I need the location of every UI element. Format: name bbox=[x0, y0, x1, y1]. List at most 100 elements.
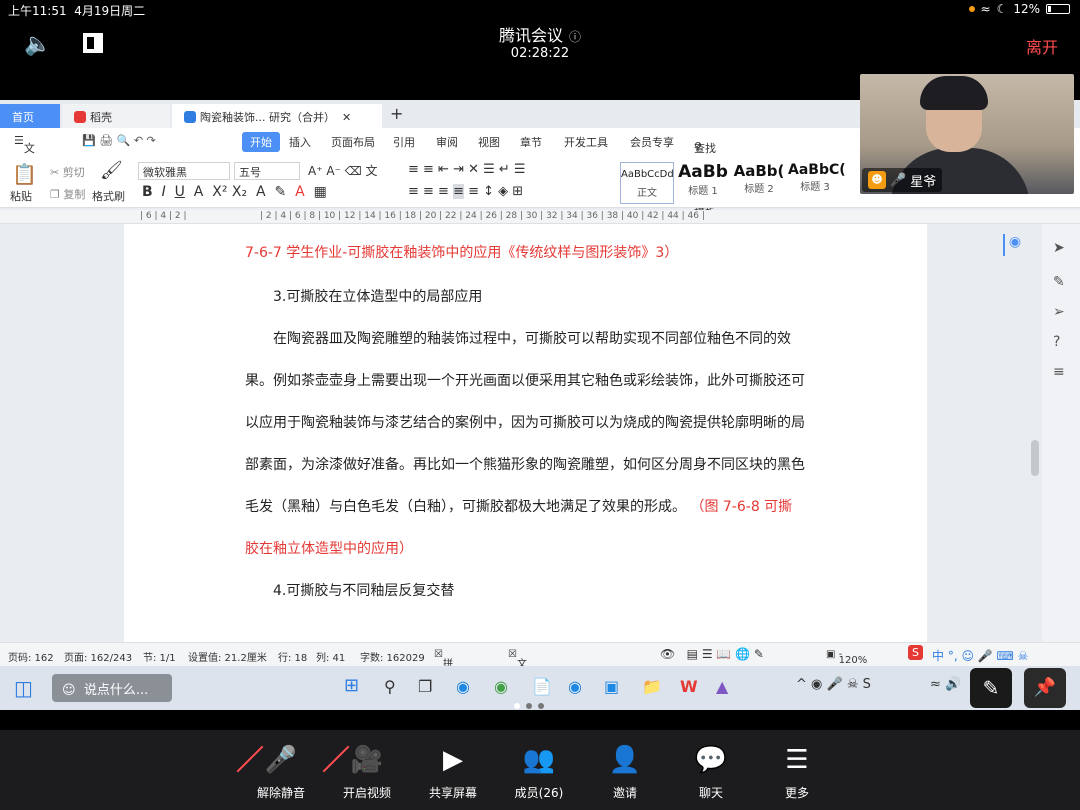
battery-icon bbox=[1046, 4, 1070, 14]
sidebar-icon[interactable]: ◫ bbox=[14, 676, 33, 700]
moon-icon: ☾ bbox=[996, 2, 1008, 16]
search-icon[interactable]: ⚲ bbox=[384, 677, 396, 696]
cursor-icon[interactable]: ➢ bbox=[1053, 304, 1065, 320]
folder-icon[interactable]: 📁 bbox=[642, 677, 662, 696]
more-button[interactable]: ☰ 更多 bbox=[752, 742, 842, 801]
view-mode-icons[interactable]: 👁 ▤ ☰ 📖 🌐 ✎ bbox=[660, 647, 764, 661]
pin-button[interactable]: 📌 bbox=[1024, 668, 1066, 708]
font-size-select[interactable]: 五号 bbox=[234, 162, 300, 180]
figure-ref: （图 7-6-8 可撕 bbox=[690, 499, 793, 515]
zoom-level[interactable]: ▣ 120% - bbox=[826, 649, 867, 666]
tab-document[interactable]: 陶瓷釉装饰... 研究（合并） ✕ bbox=[172, 104, 382, 128]
close-icon[interactable]: ✕ bbox=[342, 111, 351, 124]
list-icons[interactable]: ≡ ≡ ⇤ ⇥ ✕ ☰ ↵ ☰ bbox=[408, 162, 526, 177]
location-pin-icon[interactable]: ◉ bbox=[1003, 234, 1025, 256]
right-tool-rail: ➤ ✎ ➢ ? ≡ bbox=[1042, 224, 1080, 642]
chat-input[interactable]: ☺ 说点什么... bbox=[52, 674, 172, 702]
pen-icon[interactable]: ✎ bbox=[1053, 274, 1065, 290]
menu-member[interactable]: 会员专享 bbox=[630, 134, 674, 150]
meeting-title[interactable]: 腾讯会议 ⓘ bbox=[0, 22, 1080, 46]
tab-docer[interactable]: 稻壳 bbox=[62, 104, 170, 128]
document-page[interactable]: 7-6-7 学生作业-可撕胶在釉装饰中的应用《传统纹样与图形装饰》3） 3.可撕… bbox=[124, 224, 927, 642]
font-style-icons[interactable]: B I U A X² X₂ A ✎ A ▦ bbox=[142, 184, 327, 200]
presenter-label: ☻ 🎤 星爷 bbox=[862, 168, 943, 192]
ime-toolbar-icons[interactable]: 中 °, ☺ 🎤 ⌨ ☠ bbox=[932, 647, 1028, 664]
unmute-button[interactable]: 🎤 解除静音 bbox=[236, 742, 326, 801]
emoji-icon: ☺ bbox=[62, 683, 76, 698]
windows-start-icon[interactable]: ⊞ bbox=[344, 675, 359, 696]
horizontal-ruler[interactable]: | 6 | 4 | 2 | | 2 | 4 | 6 | 8 | 10 | 12 … bbox=[0, 210, 1080, 224]
browser-icon[interactable]: ◉ bbox=[494, 677, 508, 696]
invite-icon: 👤 bbox=[608, 745, 642, 775]
menu-file[interactable]: ☰ 文件 bbox=[14, 134, 35, 171]
help-icon[interactable]: ? bbox=[1053, 334, 1060, 350]
font-grow-shrink-icons[interactable]: A⁺ A⁻ ⌫ 文 bbox=[308, 162, 378, 179]
meeting-toolbar: 🎤 解除静音 🎥 开启视频 ▶ 共享屏幕 👥 成员(26) 👤 邀请 💬 聊天 … bbox=[0, 730, 1080, 810]
body-line: 在陶瓷器皿及陶瓷雕塑的釉装饰过程中，可撕胶可以帮助实现不同部位釉色不同的效 bbox=[273, 331, 791, 347]
style-normal[interactable]: AaBbCcDd 正文 bbox=[620, 162, 674, 204]
chat-button[interactable]: 💬 聊天 bbox=[666, 742, 756, 801]
file-icon[interactable]: 📄 bbox=[532, 677, 552, 696]
style-heading-1[interactable]: AaBb 标题 1 bbox=[676, 162, 730, 204]
menu-review[interactable]: 审阅 bbox=[436, 134, 458, 150]
word-doc-icon bbox=[184, 111, 196, 123]
scissors-icon: ✂ bbox=[50, 166, 60, 179]
spell-check-button[interactable]: ☒ 拼写检查 bbox=[434, 649, 453, 710]
align-icons[interactable]: ≡ ≡ ≡ ≡ ≡ ↕ ◈ ⊞ bbox=[408, 184, 523, 199]
menu-section[interactable]: 章节 bbox=[520, 134, 542, 150]
menu-start[interactable]: 开始 bbox=[242, 132, 280, 152]
heading-section-4: 4.可撕胶与不同釉层反复交替 bbox=[273, 583, 455, 599]
page-indicator bbox=[514, 703, 544, 709]
font-name-select[interactable]: 微软雅黑 bbox=[138, 162, 230, 180]
purple-app-icon[interactable]: ▲ bbox=[716, 677, 728, 696]
body-line: 果。例如茶壶壶身上需要出现一个开光画面以便采用其它釉色或彩绘装饰，此外可撕胶还可 bbox=[245, 373, 805, 389]
presenter-video[interactable]: ☻ 🎤 星爷 bbox=[860, 74, 1074, 194]
presenter-hair bbox=[920, 76, 988, 110]
status-word-count: 字数: 162029 bbox=[360, 653, 425, 664]
members-button[interactable]: 👥 成员(26) bbox=[494, 742, 584, 801]
edge-icon[interactable]: ◉ bbox=[456, 677, 470, 696]
menu-dev-tools[interactable]: 开发工具 bbox=[564, 134, 608, 150]
figure-caption-tail: 胶在釉立体造型中的应用） bbox=[245, 541, 413, 557]
document-status-bar: 页码: 162 页面: 162/243 节: 1/1 设置值: 21.2厘米 行… bbox=[0, 642, 1080, 710]
tray-icons[interactable]: ^ ◉ 🎤 ☠ S bbox=[796, 677, 871, 692]
copy-button[interactable]: ❐ 复制 bbox=[50, 186, 85, 202]
menu-page-layout[interactable]: 页面布局 bbox=[331, 134, 375, 150]
style-heading-3[interactable]: AaBbC(标题 3 bbox=[788, 162, 846, 204]
doc-check-button[interactable]: ☒ 文档校对 bbox=[508, 649, 527, 710]
mic-off-icon: 🎤 bbox=[236, 742, 326, 782]
sogou-ime-icon[interactable]: S bbox=[908, 645, 923, 660]
style-heading-2[interactable]: AaBb(标题 2 bbox=[732, 162, 786, 204]
menu-reference[interactable]: 引用 bbox=[393, 134, 415, 150]
avatar-icon: ☻ bbox=[868, 171, 886, 189]
task-view-icon[interactable]: ❐ bbox=[418, 677, 432, 696]
annotate-button[interactable]: ✎ bbox=[970, 668, 1012, 708]
battery-percent: 12% bbox=[1013, 2, 1040, 16]
share-screen-button[interactable]: ▶ 共享屏幕 bbox=[408, 742, 498, 801]
status-right: ≈ ☾ 12% bbox=[968, 2, 1070, 16]
body-line: 以应用于陶瓷釉装饰与漆艺结合的案例中，因为可撕胶可以为烧成的陶瓷提供轮廓明晰的局 bbox=[245, 415, 805, 431]
info-icon: ⓘ bbox=[569, 30, 582, 44]
sliders-icon[interactable]: ≡ bbox=[1053, 364, 1065, 380]
rocket-icon[interactable]: ➤ bbox=[1053, 240, 1065, 256]
mic-icon: 🎤 bbox=[890, 172, 907, 188]
start-video-button[interactable]: 🎥 开启视频 bbox=[322, 742, 412, 801]
tab-home[interactable]: 首页 bbox=[0, 104, 60, 128]
format-painter-button[interactable]: 格式刷 bbox=[92, 188, 125, 204]
paste-icon[interactable]: 📋 bbox=[12, 162, 37, 186]
app-icon[interactable]: ◉ bbox=[568, 677, 582, 696]
wps-icon[interactable]: W bbox=[680, 677, 698, 696]
quick-access-icons[interactable]: 💾 🖨 🔍 ↶ ↷ bbox=[82, 134, 156, 147]
mic-indicator-icon bbox=[968, 6, 975, 12]
leave-button[interactable]: 离开 bbox=[1026, 34, 1058, 58]
cut-button[interactable]: ✂ 剪切 bbox=[50, 164, 85, 180]
menu-insert[interactable]: 插入 bbox=[289, 134, 311, 150]
vertical-scrollbar[interactable] bbox=[1031, 440, 1039, 476]
paste-button[interactable]: 粘贴 bbox=[10, 188, 32, 204]
network-sound-icons[interactable]: ≈ 🔊 bbox=[930, 677, 961, 692]
menu-view[interactable]: 视图 bbox=[478, 134, 500, 150]
new-tab-icon[interactable]: + bbox=[390, 104, 403, 123]
chart-app-icon[interactable]: ▣ bbox=[604, 677, 619, 696]
brush-icon[interactable]: 🖌 bbox=[100, 160, 123, 181]
invite-button[interactable]: 👤 邀请 bbox=[580, 742, 670, 801]
